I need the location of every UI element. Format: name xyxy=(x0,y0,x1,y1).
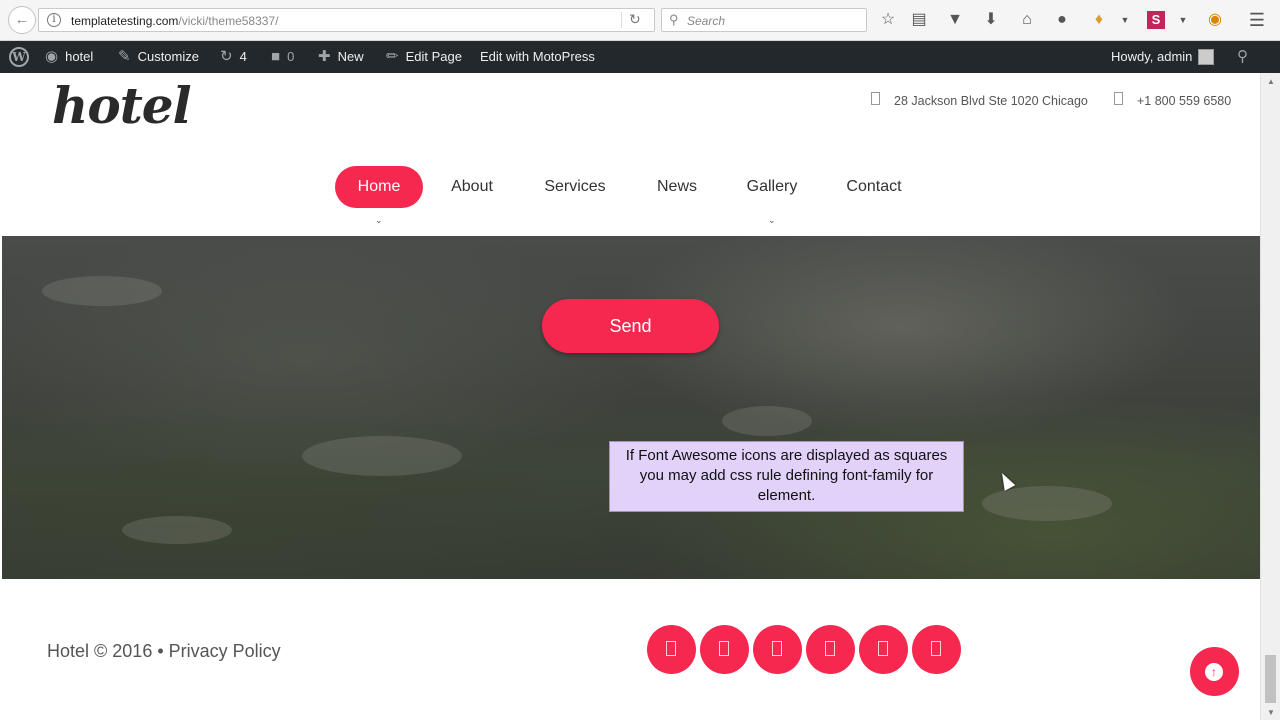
tooltip: If Font Awesome icons are displayed as s… xyxy=(609,441,964,512)
back-arrow-icon[interactable]: ← xyxy=(8,6,36,34)
social-glyph-icon xyxy=(666,641,676,656)
social-icon-5[interactable] xyxy=(859,625,908,674)
nav-news[interactable]: News xyxy=(642,166,712,208)
reading-list-icon[interactable]: ▤ xyxy=(909,10,929,30)
nav-home[interactable]: Home xyxy=(335,166,423,208)
page-scrollbar[interactable]: ▲ ▼ xyxy=(1260,73,1280,720)
social-glyph-icon xyxy=(825,641,835,656)
scroll-down-arrow-icon[interactable]: ▼ xyxy=(1267,708,1275,717)
admin-bar-account[interactable]: Howdy, admin xyxy=(1111,41,1215,73)
reload-icon[interactable]: ↻ xyxy=(629,11,641,28)
comment-icon: ■ xyxy=(271,48,281,65)
firefox-icon[interactable]: ◉ xyxy=(1205,10,1225,30)
address-info: 28 Jackson Blvd Ste 1020 Chicago xyxy=(871,92,1088,108)
bookmark-star-icon[interactable]: ☆ xyxy=(878,10,898,30)
social-glyph-icon xyxy=(719,641,729,656)
search-icon: ⚲ xyxy=(669,12,679,27)
social-glyph-icon xyxy=(931,641,941,656)
updates-icon: ↻ xyxy=(220,48,233,65)
brush-icon: ✎ xyxy=(118,48,131,65)
plus-icon: ✚ xyxy=(318,48,331,65)
social-icon-3[interactable] xyxy=(753,625,802,674)
nav-contact[interactable]: Contact xyxy=(834,166,914,208)
nav-about[interactable]: About xyxy=(437,166,507,208)
wordpress-logo-icon[interactable]: W xyxy=(9,47,29,67)
social-icon-6[interactable] xyxy=(912,625,961,674)
pocket-icon[interactable]: ▼ xyxy=(945,10,965,30)
admin-bar-search[interactable]: ⚲ xyxy=(1237,41,1255,73)
background-rock xyxy=(302,436,462,476)
site-logo[interactable]: hotel xyxy=(52,76,192,135)
pencil-icon: ✏ xyxy=(386,48,399,65)
nav-gallery[interactable]: Gallery xyxy=(732,166,812,208)
send-button[interactable]: Send xyxy=(542,299,719,353)
search-icon: ⚲ xyxy=(1237,48,1248,65)
address-bar[interactable]: i templatetesting.com/vicki/theme58337/ … xyxy=(38,8,655,32)
social-icon-2[interactable] xyxy=(700,625,749,674)
download-icon[interactable]: ⬇ xyxy=(981,10,1001,30)
background-rock xyxy=(982,486,1112,521)
scroll-to-top-button[interactable]: ↑ xyxy=(1190,647,1239,696)
info-icon[interactable]: i xyxy=(47,13,61,27)
chat-icon[interactable]: ● xyxy=(1052,10,1072,30)
site-footer: Hotel © 2016 • Privacy Policy xyxy=(2,579,1260,720)
map-marker-icon xyxy=(871,92,880,106)
arrow-up-icon: ↑ xyxy=(1205,663,1223,681)
admin-bar-updates[interactable]: ↻ 4 xyxy=(220,41,247,73)
site-header: hotel 28 Jackson Blvd Ste 1020 Chicago +… xyxy=(2,73,1260,236)
scroll-thumb[interactable] xyxy=(1265,655,1276,703)
dashboard-icon: ◉ xyxy=(45,48,59,65)
url-text: templatetesting.com/vicki/theme58337/ xyxy=(71,14,279,28)
background-rock xyxy=(722,406,812,436)
background-rock xyxy=(122,516,232,544)
wp-admin-bar: W ◉ hotel ✎ Customize ↻ 4 ■ 0 ✚ New ✏ Edit Pag… xyxy=(0,41,1280,73)
s-extension-icon[interactable]: S xyxy=(1147,11,1165,29)
social-glyph-icon xyxy=(772,641,782,656)
admin-bar-edit-motopress[interactable]: Edit with MotoPress xyxy=(480,41,595,73)
chevron-down-icon[interactable]: ⌄ xyxy=(768,215,776,226)
social-icon-1[interactable] xyxy=(647,625,696,674)
phone-icon xyxy=(1114,92,1123,106)
scroll-up-arrow-icon[interactable]: ▲ xyxy=(1267,77,1275,86)
admin-bar-edit-page[interactable]: ✏ Edit Page xyxy=(386,41,462,73)
admin-bar-new[interactable]: ✚ New xyxy=(318,41,364,73)
nav-services[interactable]: Services xyxy=(530,166,620,208)
dropdown-icon[interactable]: ▼ xyxy=(1173,10,1193,30)
avatar xyxy=(1198,48,1215,65)
chevron-down-icon[interactable]: ⌄ xyxy=(375,215,383,226)
admin-bar-comments[interactable]: ■ 0 xyxy=(271,41,294,73)
home-icon[interactable]: ⌂ xyxy=(1017,10,1037,30)
admin-bar-customize[interactable]: ✎ Customize xyxy=(118,41,199,73)
dropdown-icon[interactable]: ▼ xyxy=(1115,10,1135,30)
copyright-text[interactable]: Hotel © 2016 • Privacy Policy xyxy=(47,641,281,662)
hero-section: Send xyxy=(2,236,1260,579)
admin-bar-site[interactable]: ◉ hotel xyxy=(45,41,93,73)
browser-search-input[interactable]: ⚲ Search xyxy=(661,8,867,32)
phone-info: +1 800 559 6580 xyxy=(1114,92,1231,108)
url-separator xyxy=(621,12,622,28)
social-icon-4[interactable] xyxy=(806,625,855,674)
search-placeholder: Search xyxy=(687,14,726,28)
extension-icon[interactable]: ♦ xyxy=(1089,10,1109,30)
menu-icon[interactable]: ☰ xyxy=(1247,10,1267,30)
social-glyph-icon xyxy=(878,641,888,656)
background-rock xyxy=(42,276,162,306)
browser-toolbar: ← i templatetesting.com/vicki/theme58337… xyxy=(0,0,1280,41)
